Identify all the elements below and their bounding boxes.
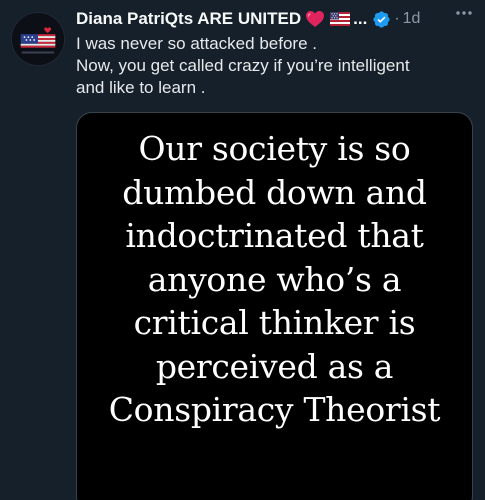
- verified-badge-icon[interactable]: [372, 10, 391, 29]
- author-name[interactable]: Diana PatriQts ARE UNITED: [76, 9, 301, 29]
- quote-line: dumbed down and: [122, 172, 427, 212]
- red-heart-emoji-icon: [305, 10, 325, 28]
- quote-line: Our society is so: [138, 129, 411, 168]
- quote-line: indoctrinated that: [125, 216, 424, 255]
- quote-line: perceived as a: [155, 346, 394, 386]
- quote-line: critical thinker is: [133, 303, 416, 342]
- avatar-image: [12, 13, 64, 65]
- tweet-text: I was never so attacked before . Now, yo…: [76, 33, 475, 99]
- tweet-text-line: Now, you get called crazy if you’re inte…: [76, 56, 410, 75]
- tweet-text-line: and like to learn .: [76, 78, 206, 97]
- quote-line: Conspiracy Theorist: [108, 390, 441, 429]
- us-flag-emoji-icon: [330, 12, 351, 26]
- tweet[interactable]: Diana PatriQts ARE UNITED ... · 1d I was…: [0, 0, 485, 500]
- more-options-icon[interactable]: [453, 3, 475, 23]
- quote-text: Our society is so dumbed down and indoct…: [77, 127, 472, 432]
- separator-dot: ·: [394, 10, 400, 27]
- quote-line: anyone who’s a: [147, 259, 402, 299]
- timestamp[interactable]: 1d: [403, 10, 421, 28]
- profile-avatar[interactable]: [11, 12, 65, 66]
- tweet-header: Diana PatriQts ARE UNITED ... · 1d: [76, 6, 477, 32]
- tweet-image[interactable]: Our society is so dumbed down and indoct…: [76, 112, 473, 500]
- name-truncation: ...: [353, 9, 368, 28]
- tweet-text-line: I was never so attacked before .: [76, 34, 317, 53]
